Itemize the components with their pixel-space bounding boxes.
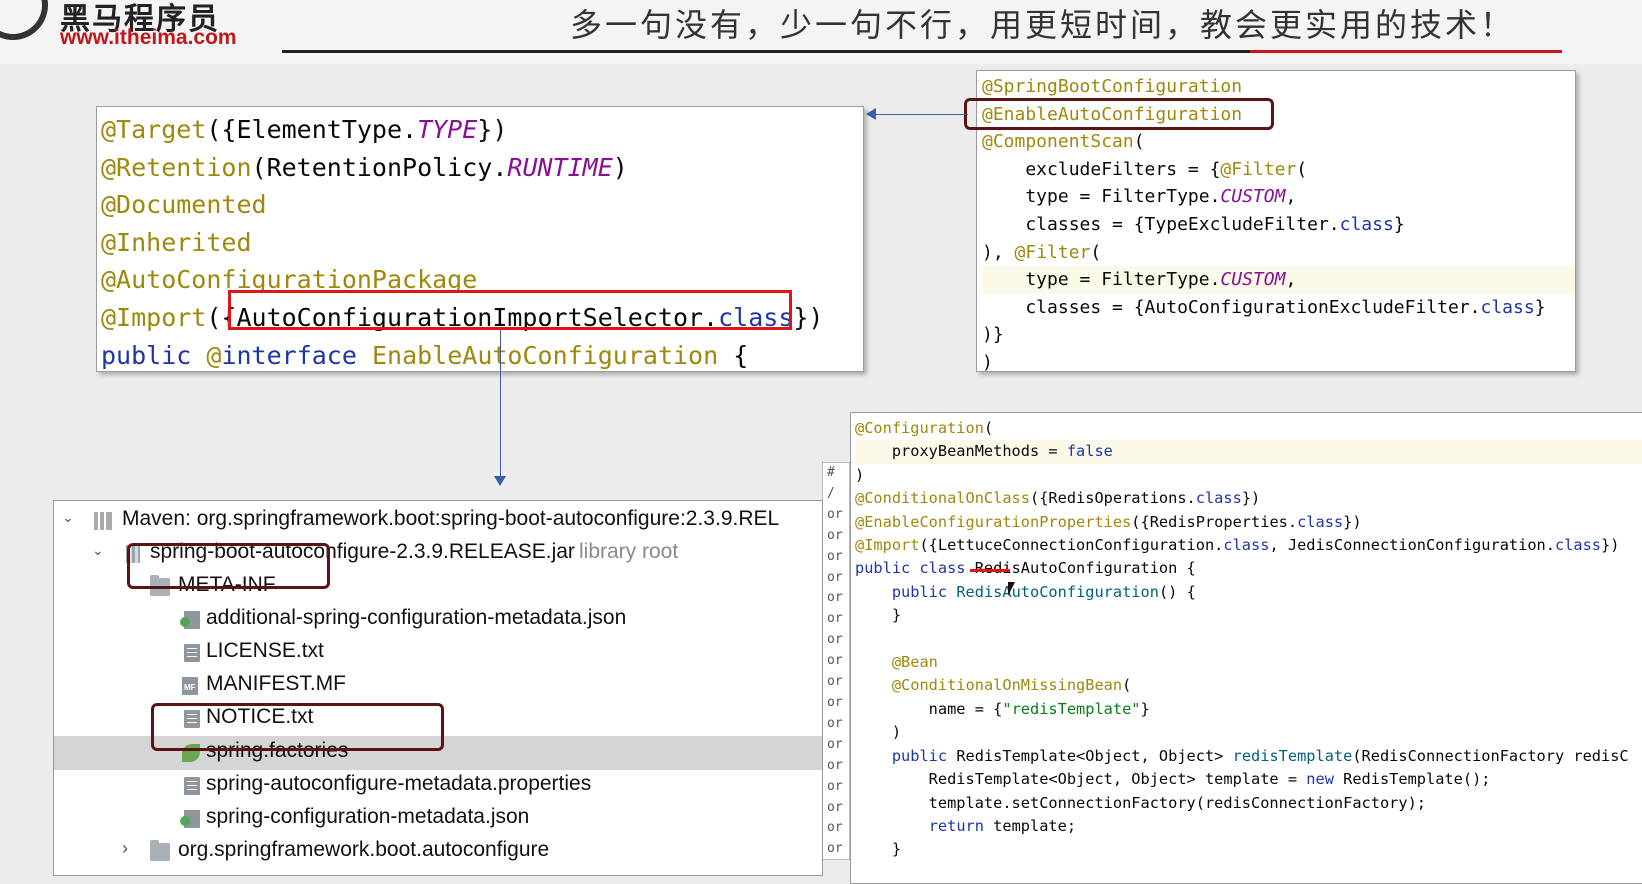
tree-item-file[interactable]: additional-spring-configuration-metadata… — [54, 602, 822, 636]
tree-item-file[interactable]: spring-autoconfigure-metadata.properties — [54, 768, 822, 802]
strip-line: or — [827, 736, 843, 752]
arrow-head — [494, 476, 506, 486]
code-line: @Import({LettuceConnectionConfiguration.… — [855, 536, 1620, 555]
code-line: RedisTemplate<Object, Object> template =… — [855, 770, 1491, 789]
project-tree: ⌄ Maven: org.springframework.boot:spring… — [53, 500, 823, 876]
arrow-line — [500, 330, 501, 478]
spring-factories-highlight — [151, 703, 444, 751]
strip-line: or — [827, 674, 843, 690]
code-line: name = {"redisTemplate"} — [855, 699, 1150, 718]
redis-auto-configuration-code-panel: @Configuration( proxyBeanMethods = false… — [850, 412, 1642, 884]
strip-line: or — [827, 506, 843, 522]
strip-line: or — [827, 820, 843, 836]
arrow-head — [866, 108, 876, 120]
chevron-down-icon[interactable]: ⌄ — [62, 509, 74, 526]
properties-file-icon — [184, 777, 200, 795]
code-line: type = FilterType.CUSTOM, — [982, 266, 1575, 294]
code-line: @Configuration( — [855, 419, 994, 437]
import-selector-highlight — [228, 290, 792, 330]
tree-item-label: additional-spring-configuration-metadata… — [206, 606, 627, 629]
strip-line: or — [827, 757, 843, 773]
code-line: proxyBeanMethods = false — [855, 440, 1642, 464]
code-line: @ConditionalOnClass({RedisOperations.cla… — [855, 489, 1261, 508]
tree-item-label: spring-configuration-metadata.json — [206, 805, 530, 828]
tree-item-label: spring-autoconfigure-metadata.properties — [206, 772, 592, 795]
strip-line: or — [827, 653, 843, 669]
chevron-right-icon[interactable]: › — [122, 838, 128, 859]
code-line: public @interface EnableAutoConfiguratio… — [101, 340, 749, 370]
strip-line: or — [827, 611, 843, 627]
tree-item-label: Maven: org.springframework.boot:spring-b… — [122, 507, 780, 530]
logo-url: www.itheima.com — [60, 26, 237, 49]
mouse-cursor-icon — [1008, 582, 1015, 596]
enable-auto-config-highlight — [964, 98, 1274, 130]
arrow-line — [876, 114, 968, 115]
strip-header: # / — [827, 465, 835, 501]
code-line: @Bean — [855, 653, 938, 672]
strip-line: or — [827, 799, 843, 815]
tree-item-hint: library root — [579, 540, 679, 563]
tree-item-label: LICENSE.txt — [206, 639, 324, 662]
tree-item-label: MANIFEST.MF — [206, 672, 346, 695]
strip-line: or — [827, 778, 843, 794]
tree-item-file[interactable]: LICENSE.txt — [54, 635, 822, 669]
json-file-icon — [180, 810, 200, 828]
code-line: @EnableConfigurationProperties({RedisPro… — [855, 512, 1362, 531]
meta-inf-highlight — [127, 543, 330, 589]
strip-line: or — [827, 694, 843, 710]
code-line: public RedisTemplate<Object, Object> red… — [891, 746, 1629, 765]
tree-item-file[interactable]: spring-configuration-metadata.json — [54, 801, 822, 835]
code-line: excludeFilters = {@Filter( — [982, 158, 1308, 180]
code-line: return template; — [928, 816, 1077, 835]
header-rule-accent — [1250, 50, 1562, 53]
slogan: 多一句没有，少一句不行，用更短时间，教会更实用的技术！ — [570, 6, 1516, 44]
code-line: type = FilterType.CUSTOM, — [982, 186, 1297, 208]
strip-line: or — [827, 632, 843, 648]
code-line: classes = {AutoConfigurationExcludeFilte… — [982, 296, 1546, 318]
tree-item-package[interactable]: › org.springframework.boot.autoconfigure — [54, 834, 822, 868]
code-line: ) — [982, 351, 993, 372]
code-line: @Inherited — [101, 227, 252, 257]
error-underline — [970, 569, 1010, 572]
text-file-icon — [184, 644, 200, 662]
slide-header: 黑马程序员 www.itheima.com 多一句没有，少一句不行，用更短时间，… — [0, 0, 1642, 64]
code-line: )} — [982, 324, 1004, 346]
strip-line: or — [827, 841, 843, 857]
json-file-icon — [180, 611, 200, 629]
code-line: @SpringBootConfiguration — [982, 76, 1243, 97]
strip-line: or — [827, 715, 843, 731]
code-line: @Documented — [101, 190, 267, 220]
tree-item-label: org.springframework.boot.autoconfigure — [178, 838, 550, 861]
library-icon — [94, 512, 112, 530]
code-line: @ComponentScan( — [982, 131, 1145, 153]
code-line: public RedisAutoConfiguration() { — [891, 582, 1196, 601]
strip-line: or — [827, 569, 843, 585]
code-line: classes = {TypeExcludeFilter.class} — [982, 213, 1405, 235]
code-line: @Target({ElementType.TYPE}) — [101, 115, 508, 144]
background-editor-strip: # / or or or or or or or or or or or or … — [822, 462, 850, 860]
code-line: template.setConnectionFactory(redisConne… — [855, 793, 1426, 812]
code-line: ) — [855, 465, 865, 484]
strip-line: or — [827, 590, 843, 606]
code-line: @ConditionalOnMissingBean( — [891, 676, 1132, 695]
logo-emblem — [0, 0, 48, 40]
strip-line: or — [827, 527, 843, 543]
code-line: @Retention(RetentionPolicy.RUNTIME) — [101, 152, 628, 182]
manifest-icon-label: MF — [184, 683, 196, 692]
header-rule — [282, 50, 1250, 53]
tree-item-maven[interactable]: ⌄ Maven: org.springframework.boot:spring… — [54, 503, 822, 537]
code-line: } — [855, 840, 902, 859]
code-line: ) — [855, 723, 902, 742]
code-line: ), @Filter( — [982, 241, 1102, 263]
code-line: } — [855, 606, 902, 625]
package-folder-icon — [150, 840, 170, 861]
strip-line: or — [827, 548, 843, 564]
tree-item-file[interactable]: MF MANIFEST.MF — [54, 668, 822, 702]
manifest-file-icon: MF — [182, 677, 198, 695]
chevron-down-icon[interactable]: ⌄ — [92, 542, 104, 559]
enable-auto-configuration-code-panel: @Target({ElementType.TYPE}) @Retention(R… — [96, 106, 864, 372]
